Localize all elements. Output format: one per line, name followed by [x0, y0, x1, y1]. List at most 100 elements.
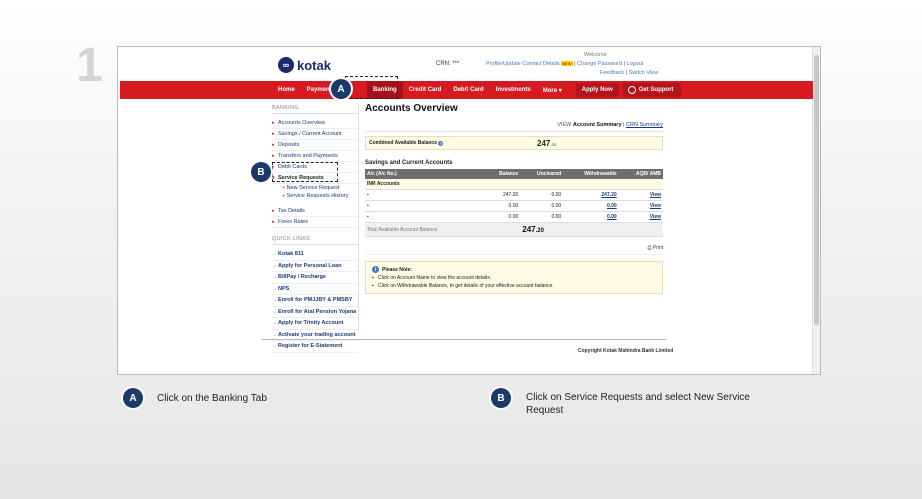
quick-link-personal-loan[interactable]: Apply for Personal Loan [272, 261, 358, 272]
combined-balance-decimals: .20 [550, 142, 556, 147]
account-name-link[interactable]: ▪ [365, 189, 485, 201]
section-title: Savings and Current Accounts [365, 160, 453, 166]
legend-b-badge: B [491, 388, 511, 408]
legend-b-text: Click on Service Requests and select New… [526, 392, 750, 416]
sidebar-item-transfers[interactable]: Transfers and Payments [272, 151, 358, 162]
sidebar-item-forex-rates[interactable]: Forex Rates [272, 217, 358, 228]
logout-link[interactable]: Logout [627, 61, 644, 67]
welcome-text: Welcome [584, 52, 607, 58]
table-row: ▪ 0.00 0.00 0.00 View [365, 200, 663, 212]
get-support-label: Get Support [638, 87, 674, 93]
nav-more[interactable]: More ▾ [537, 87, 568, 94]
sidebar-item-savings[interactable]: Savings / Current Account [272, 129, 358, 140]
new-service-request-label: New Service Request [286, 185, 340, 191]
nav-investments[interactable]: Investments [490, 87, 537, 93]
col-balance: Balance [485, 169, 521, 179]
header-links-2: Feedback | Switch View [600, 70, 659, 76]
banking-tab-highlight [345, 76, 398, 99]
withdrawable-link[interactable]: 247.20 [601, 192, 616, 198]
balance-cell: 0.00 [485, 211, 521, 223]
col-account: A/c (A/c No.) [365, 169, 485, 179]
note-title: Please Note: [382, 266, 413, 273]
printer-icon: ⎙ [647, 245, 652, 251]
note-box: iPlease Note: Click on Account Name to v… [365, 261, 663, 294]
feedback-link[interactable]: Feedback [600, 70, 624, 76]
sidebar-item-tax-details[interactable]: Tax Details [272, 206, 358, 217]
print-row: ⎙ Print [365, 245, 663, 255]
nav-credit-card[interactable]: Credit Card [403, 87, 448, 93]
quick-link-atal-pension[interactable]: Enroll for Atal Pension Yojana [272, 307, 358, 318]
combined-balance-box: Combined Available Balance ? 247.20 [365, 136, 663, 150]
combined-balance-value: 247.20 [537, 139, 556, 148]
profile-link[interactable]: Profile/Update Contact Details [486, 61, 560, 67]
quick-link-kotak-811[interactable]: Kotak 811 [272, 249, 358, 261]
account-name-link[interactable]: ▪ [365, 211, 485, 223]
view-link[interactable]: View [650, 203, 661, 209]
quick-link-trinity[interactable]: Apply for Trinity Account [272, 318, 358, 330]
view-toggle: VIEW Account Summary | CRN Summary [365, 122, 663, 132]
kotak-logo-icon: ∞ [278, 57, 294, 73]
withdrawable-link[interactable]: 0.00 [607, 214, 617, 220]
chevron-down-icon: ▾ [558, 87, 562, 94]
table-row: ▪ 0.00 0.00 0.00 View [365, 211, 663, 223]
kotak-logo[interactable]: ∞ kotak [278, 57, 331, 73]
sidebar-sub-new-service-request[interactable]: » New Service Request [272, 184, 358, 192]
help-icon[interactable]: ? [438, 140, 444, 146]
scroll-thumb[interactable] [814, 55, 819, 325]
service-requests-highlight [272, 162, 338, 182]
uncleared-cell: 0.00 [520, 200, 564, 212]
change-password-link[interactable]: Change Password [577, 61, 622, 67]
sidebar-heading: BANKING [272, 105, 358, 114]
crn-summary-tab[interactable]: CRN Summary [626, 122, 663, 128]
note-line-2: Click on Withdrawable Balance, to get de… [372, 283, 656, 289]
switch-view-link[interactable]: Switch View [629, 70, 659, 76]
main-content: Accounts Overview VIEW Account Summary |… [365, 103, 663, 294]
new-badge: NEW [561, 61, 573, 66]
nav-home[interactable]: Home [272, 87, 301, 93]
account-summary-tab[interactable]: Account Summary [573, 122, 622, 128]
nav-more-label: More [542, 87, 558, 94]
page-title: Accounts Overview [365, 103, 458, 114]
total-balance-label: Total Available Account Balance [365, 222, 521, 237]
print-link[interactable]: Print [653, 245, 663, 251]
combined-balance-amount: 247 [537, 139, 551, 148]
crn-label: CRN: *** [436, 61, 460, 67]
accounts-table: A/c (A/c No.) Balance Uncleared Withdraw… [365, 169, 663, 237]
scrollbar[interactable] [812, 47, 820, 374]
callout-b-badge: B [251, 162, 271, 182]
view-link[interactable]: View [650, 192, 661, 198]
total-balance-amount: 247 [522, 225, 536, 234]
service-history-label: Service Requests History [286, 193, 349, 199]
apply-now-button[interactable]: Apply Now [575, 83, 619, 97]
total-balance-decimals: .20 [535, 228, 544, 234]
main-nav: Home Payment/T Banking Credit Card Debit… [120, 81, 813, 99]
view-label: VIEW [557, 122, 572, 128]
view-link[interactable]: View [650, 214, 661, 220]
balance-cell: 247.20 [485, 189, 521, 201]
step-number: 1 [76, 39, 103, 92]
quick-link-nps[interactable]: NPS [272, 284, 358, 295]
sidebar: BANKING Accounts Overview Savings / Curr… [272, 105, 358, 353]
withdrawable-link[interactable]: 0.00 [607, 203, 617, 209]
browser-screenshot: ∞ kotak CRN: *** Welcome Profile/Update … [117, 46, 821, 375]
quick-link-pmjjby[interactable]: Enroll for PMJJBY & PMSBY [272, 295, 358, 307]
sidebar-item-accounts-overview[interactable]: Accounts Overview [272, 118, 358, 129]
quick-link-e-statement[interactable]: Register for E-Statement [272, 341, 358, 353]
info-icon: i [372, 266, 379, 273]
copyright: Copyright Kotak Mahindra Bank Limited [578, 348, 674, 354]
sidebar-item-deposits[interactable]: Deposits [272, 140, 358, 151]
sidebar-sub-service-history[interactable]: » Service Requests History [272, 192, 358, 200]
table-row: ▪ 247.20 0.00 247.20 View [365, 189, 663, 201]
logo-text: kotak [297, 57, 331, 73]
sidebar-divider [358, 105, 359, 331]
quick-links-heading: QUICK LINKS [272, 236, 358, 245]
combined-balance-label: Combined Available Balance [369, 140, 437, 146]
get-support-button[interactable]: Get Support [622, 83, 682, 97]
total-balance-value: 247.20 [522, 225, 544, 234]
account-name-link[interactable]: ▪ [365, 200, 485, 212]
col-uncleared: Uncleared [520, 169, 564, 179]
uncleared-cell: 0.00 [520, 189, 564, 201]
quick-link-billpay[interactable]: BillPay / Recharge [272, 272, 358, 284]
nav-debit-card[interactable]: Debit Card [447, 87, 489, 93]
footer-divider [261, 339, 666, 340]
